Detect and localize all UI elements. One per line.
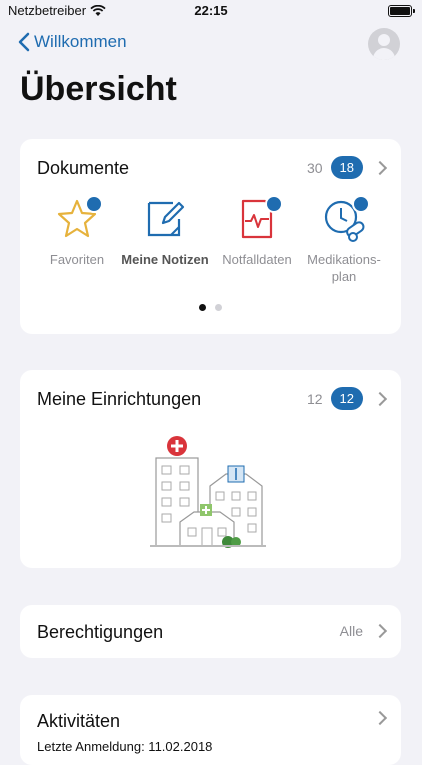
navigation-bar: Willkommen (0, 28, 422, 64)
page-title: Übersicht (20, 70, 177, 108)
page-dot-2[interactable] (215, 304, 222, 311)
emergency-document-icon (233, 195, 283, 243)
documents-count: 30 (306, 159, 323, 176)
facilities-card[interactable]: Meine Einrichtungen 12 12 (20, 370, 401, 568)
chevron-right-icon[interactable] (372, 391, 388, 406)
chevron-right-icon[interactable] (372, 623, 388, 639)
activities-card[interactable]: Aktivitäten Letzte Anmeldung: 11.02.2018 (20, 695, 401, 765)
emergency-indicator (265, 195, 283, 213)
back-button[interactable]: Willkommen (18, 32, 127, 52)
facilities-counts: 12 12 (306, 387, 388, 410)
page-indicator[interactable] (20, 304, 401, 311)
permissions-title: Berechtigungen (37, 622, 164, 642)
medication-clock-icon (320, 195, 370, 243)
favorites-item[interactable]: Favoriten (32, 195, 122, 268)
battery-icon (388, 5, 415, 17)
clock: 22:15 (194, 3, 228, 18)
documents-counts: 30 18 (306, 156, 388, 179)
chevron-right-icon[interactable] (372, 160, 388, 175)
hospital-buildings-illustration (150, 436, 266, 548)
favorites-label: Favoriten (49, 252, 105, 267)
avatar[interactable] (368, 28, 400, 60)
activities-title: Aktivitäten (37, 711, 121, 731)
chevron-right-icon[interactable] (372, 710, 388, 726)
permissions-value-group: Alle (339, 623, 388, 639)
status-bar: Netzbetreiber 22:15 (0, 0, 422, 24)
back-label: Willkommen (34, 32, 127, 51)
star-icon (53, 195, 103, 243)
documents-title: Dokumente (37, 158, 130, 178)
notes-label: Meine Notizen (121, 252, 209, 267)
medication-plan-item[interactable]: Medikations-plan (299, 195, 389, 285)
facilities-new-badge: 12 (330, 387, 363, 410)
facilities-count: 12 (306, 390, 323, 407)
permissions-card[interactable]: Berechtigungen Alle (20, 605, 401, 658)
notes-item[interactable]: Meine Notizen (120, 195, 210, 268)
avatar-shoulders (373, 48, 395, 60)
note-edit-icon (141, 195, 189, 243)
permissions-value: Alle (339, 623, 363, 639)
emergency-data-item[interactable]: Notfalldaten (212, 195, 302, 268)
activities-chevron-group (371, 710, 388, 726)
facilities-title: Meine Einrichtungen (37, 389, 202, 409)
emergency-label: Notfalldaten (222, 252, 292, 267)
avatar-head (378, 34, 390, 46)
favorites-indicator (85, 195, 103, 213)
medication-indicator (352, 195, 370, 213)
documents-new-badge: 18 (330, 156, 363, 179)
documents-card[interactable]: Dokumente 30 18 Favoriten Meine Notizen (20, 139, 401, 334)
page-dot-1[interactable] (199, 304, 206, 311)
chevron-left-icon (18, 32, 30, 52)
medication-label: Medikations-plan (307, 252, 381, 284)
last-login-text: Letzte Anmeldung: 11.02.2018 (37, 739, 213, 754)
